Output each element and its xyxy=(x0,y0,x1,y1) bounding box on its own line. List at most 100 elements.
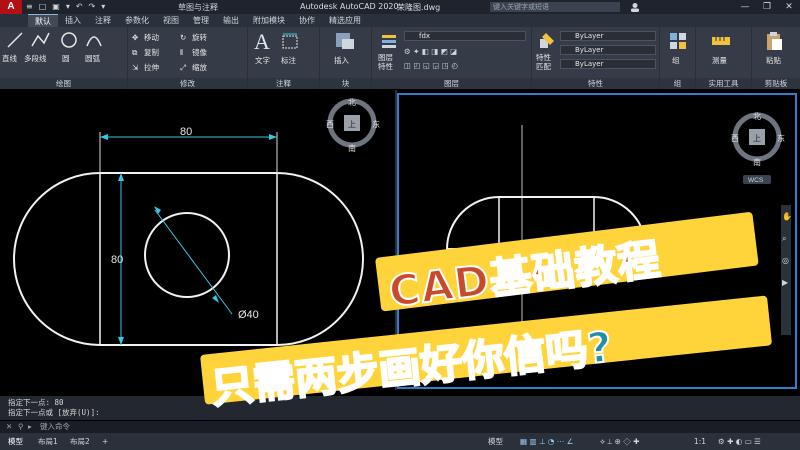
minimize-button[interactable]: — xyxy=(735,1,755,13)
pan-icon[interactable]: ✋ xyxy=(782,211,792,221)
undo-icon[interactable]: ↶ xyxy=(76,2,83,11)
navigation-bar[interactable]: ✋ ⌕ ◎ ▶ xyxy=(781,205,792,335)
polyline-icon[interactable] xyxy=(30,31,50,49)
command-customize-icon[interactable]: ⚲ xyxy=(18,421,24,433)
command-input[interactable]: 键入命令 xyxy=(40,422,70,431)
obround-outline[interactable] xyxy=(13,172,364,346)
rotate-button[interactable]: ↻ 旋转 xyxy=(180,32,207,43)
modify-panel-title[interactable]: 修改 xyxy=(128,78,247,89)
dimension-icon[interactable] xyxy=(280,32,300,50)
layer-tools-row-1[interactable]: ⚙ ✦ ◧ ◨ ◩ ◪ xyxy=(404,47,457,56)
viewcube-top-label-right[interactable]: 上 xyxy=(753,134,761,143)
menu-icon[interactable]: ≡ xyxy=(26,2,33,11)
maximize-button[interactable]: ❐ xyxy=(757,1,777,13)
linetype-dropdown[interactable]: ByLayer xyxy=(560,45,656,55)
tab-manage[interactable]: 管理 xyxy=(186,14,216,27)
dim-text-diameter[interactable]: Ø40 xyxy=(238,309,259,321)
wcs-label[interactable]: WCS xyxy=(748,177,764,184)
circle-icon[interactable] xyxy=(60,31,78,49)
layout-tab-model[interactable]: 模型 xyxy=(8,436,23,447)
text-icon[interactable]: A xyxy=(254,29,270,55)
polyline-button[interactable]: 多段线 xyxy=(24,53,47,64)
center-circle[interactable] xyxy=(144,212,230,298)
redo-icon[interactable]: ↷ xyxy=(89,2,96,11)
text-button[interactable]: 文字 xyxy=(255,55,270,66)
match-properties-icon[interactable] xyxy=(538,31,556,49)
close-button[interactable]: ✕ xyxy=(779,1,799,13)
tab-annotate[interactable]: 注释 xyxy=(88,14,118,27)
paste-icon[interactable] xyxy=(764,31,784,51)
line-button[interactable]: 直线 xyxy=(2,53,17,64)
annotation-scale[interactable]: 1:1 xyxy=(694,436,706,447)
user-icon[interactable] xyxy=(630,2,640,12)
viewcube-south[interactable]: 南 xyxy=(348,143,356,153)
group-button[interactable]: 组 xyxy=(672,55,680,66)
line-icon[interactable] xyxy=(6,31,24,49)
viewcube-top-label[interactable]: 上 xyxy=(348,120,356,129)
tab-default[interactable]: 默认 xyxy=(28,14,58,27)
layout-tab-layout2[interactable]: 布局2 xyxy=(70,436,90,447)
tab-view[interactable]: 视图 xyxy=(156,14,186,27)
new-icon[interactable]: □ xyxy=(39,2,47,11)
circle-button[interactable]: 圆 xyxy=(62,53,70,64)
tab-featured-apps[interactable]: 精选应用 xyxy=(322,14,368,27)
arc-icon[interactable] xyxy=(85,31,103,49)
annotation-panel-title[interactable]: 注释 xyxy=(248,78,319,89)
tab-addins[interactable]: 附加模块 xyxy=(246,14,292,27)
move-button[interactable]: ✥ 移动 xyxy=(132,32,159,43)
orbit-icon[interactable]: ◎ xyxy=(782,256,789,265)
viewcube-west[interactable]: 西 xyxy=(326,120,334,129)
status-tools-group-2[interactable]: ⟡ ⟂ ⊕ ⟐ ✚ xyxy=(600,436,639,447)
measure-icon[interactable] xyxy=(710,31,732,51)
viewcube-east-right[interactable]: 东 xyxy=(777,133,785,143)
mirror-button[interactable]: ⫴ 镜像 xyxy=(180,47,207,58)
paste-button[interactable]: 粘贴 xyxy=(766,55,781,66)
layer-tools-row-2[interactable]: ◫ ◰ ◱ ◲ ◳ ◴ xyxy=(404,61,458,70)
properties-panel-title[interactable]: 特性 xyxy=(532,78,659,89)
match-properties-button[interactable]: 特性 匹配 xyxy=(536,53,551,71)
status-tools-group-3[interactable]: ⚙ ✚ ◐ ▭ ☰ xyxy=(718,436,761,447)
model-space-button[interactable]: 模型 xyxy=(488,436,503,447)
insert-button[interactable]: 插入 xyxy=(334,55,349,66)
group-icon[interactable] xyxy=(668,31,688,51)
save-icon[interactable]: ▣ xyxy=(52,2,60,11)
tab-output[interactable]: 输出 xyxy=(216,14,246,27)
qat-more-icon[interactable]: ▾ xyxy=(101,2,105,11)
block-panel-title[interactable]: 块 xyxy=(320,78,371,89)
stretch-button[interactable]: ⇲ 拉伸 xyxy=(132,62,159,73)
viewcube-north-right[interactable]: 北 xyxy=(753,112,761,121)
add-layout-icon[interactable]: + xyxy=(102,436,108,447)
viewcube-north[interactable]: 北 xyxy=(348,98,356,107)
command-close-icon[interactable]: ✕ xyxy=(6,421,12,433)
command-line[interactable]: ✕ ⚲ ▸ 键入命令 xyxy=(0,421,800,433)
diameter-leader[interactable] xyxy=(154,209,233,315)
scale-button[interactable]: ⤢ 缩放 xyxy=(180,62,207,73)
dim-text-top[interactable]: 80 xyxy=(180,126,192,138)
search-input[interactable]: 键入关键字或短语 xyxy=(490,2,620,12)
tab-insert[interactable]: 插入 xyxy=(58,14,88,27)
layer-dropdown[interactable]: fdx xyxy=(404,31,526,41)
viewcube-west-right[interactable]: 西 xyxy=(731,134,739,143)
insert-block-icon[interactable] xyxy=(334,31,356,51)
autocad-logo[interactable]: A xyxy=(0,0,22,14)
tab-parametric[interactable]: 参数化 xyxy=(118,14,156,27)
viewcube-east[interactable]: 东 xyxy=(372,119,380,129)
clipboard-panel-title[interactable]: 剪贴板 xyxy=(752,78,800,89)
status-tools-group-1[interactable]: ▦ ▥ ⊥ ◔ ⋯ ∠ xyxy=(520,436,573,447)
dimension-button[interactable]: 标注 xyxy=(281,55,296,66)
tab-collaborate[interactable]: 协作 xyxy=(292,14,322,27)
utilities-panel-title[interactable]: 实用工具 xyxy=(696,78,751,89)
measure-button[interactable]: 测量 xyxy=(712,55,727,66)
viewcube-south-right[interactable]: 南 xyxy=(753,157,761,167)
copy-button[interactable]: ⧉ 复制 xyxy=(132,47,159,58)
dim-text-left[interactable]: 80 xyxy=(111,254,123,266)
layer-properties-icon[interactable] xyxy=(380,31,398,49)
layer-properties-button[interactable]: 图层 特性 xyxy=(378,53,393,71)
workspace-switcher[interactable]: 草图与注释 xyxy=(178,2,218,13)
showmotion-icon[interactable]: ▶ xyxy=(782,278,789,287)
color-dropdown[interactable]: ByLayer xyxy=(560,31,656,41)
dropdown-icon[interactable]: ▾ xyxy=(66,2,70,11)
layout-tab-layout1[interactable]: 布局1 xyxy=(38,436,58,447)
viewcube-left[interactable]: 上 北 南 东 西 xyxy=(326,98,380,153)
lineweight-dropdown[interactable]: ByLayer xyxy=(560,59,656,69)
